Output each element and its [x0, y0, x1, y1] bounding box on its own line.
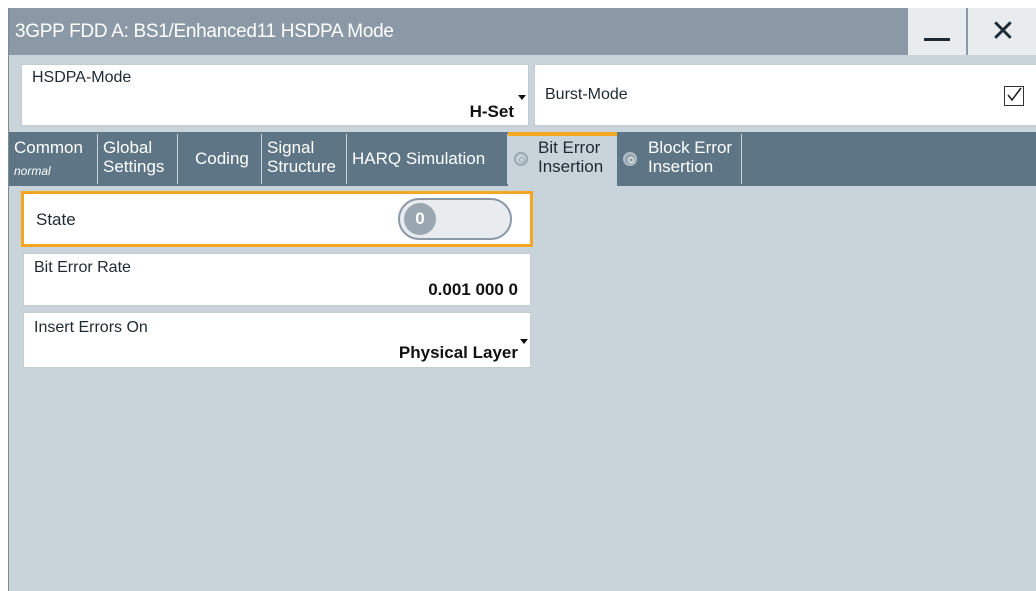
insert-errors-on-dropdown[interactable]: Insert Errors On Physical Layer	[23, 312, 531, 368]
dropdown-arrow-icon	[520, 339, 528, 344]
bit-error-rate-label: Bit Error Rate	[34, 259, 131, 276]
tab-block-error-insertion[interactable]: Block Error Insertion	[617, 134, 742, 184]
close-button[interactable]: ✕	[967, 8, 1036, 55]
dropdown-arrow-icon	[518, 95, 526, 100]
tab-label-line2: Structure	[267, 157, 336, 176]
dialog-window: 3GPP FDD A: BS1/Enhanced11 HSDPA Mode ✕ …	[8, 8, 1036, 591]
state-toggle[interactable]: 0	[398, 198, 512, 240]
tab-label: Bit Error	[538, 138, 601, 157]
hsdpa-mode-dropdown[interactable]: HSDPA-Mode H-Set	[21, 64, 529, 126]
hsdpa-mode-label: HSDPA-Mode	[32, 69, 132, 86]
tab-bit-error-insertion[interactable]: Bit Error Insertion	[508, 132, 617, 186]
tab-label: Common	[14, 138, 83, 157]
tab-label: Block Error	[648, 138, 733, 157]
burst-mode-field: Burst-Mode	[534, 64, 1036, 126]
checkmark-icon	[1007, 87, 1022, 102]
insert-errors-on-label: Insert Errors On	[34, 319, 148, 336]
tab-label-line2: Insertion	[648, 157, 714, 176]
tab-label: Coding	[195, 149, 249, 168]
burst-mode-checkbox[interactable]	[1004, 86, 1024, 106]
title-bar: 3GPP FDD A: BS1/Enhanced11 HSDPA Mode ✕	[9, 8, 1036, 55]
tab-sublabel: normal	[14, 164, 51, 178]
minimize-button[interactable]	[907, 8, 966, 55]
tab-signal-structure[interactable]: Signal Structure	[262, 134, 347, 184]
tab-label: HARQ Simulation	[352, 149, 486, 168]
insert-errors-on-value: Physical Layer	[398, 343, 518, 362]
tab-label: Global	[103, 138, 153, 157]
bit-error-rate-value: 0.001 000 0	[428, 280, 518, 299]
radio-off-icon	[623, 152, 637, 166]
burst-mode-label: Burst-Mode	[545, 86, 628, 103]
bit-error-rate-field[interactable]: Bit Error Rate 0.001 000 0	[23, 253, 531, 306]
tab-label-line2: Insertion	[538, 157, 604, 176]
close-icon: ✕	[990, 15, 1016, 48]
tab-coding[interactable]: Coding	[178, 134, 262, 184]
radio-off-icon	[514, 152, 528, 166]
tab-common[interactable]: Common normal	[9, 134, 98, 184]
hsdpa-mode-value: H-Set	[469, 102, 514, 121]
minimize-icon	[924, 38, 950, 41]
window-title: 3GPP FDD A: BS1/Enhanced11 HSDPA Mode	[15, 21, 394, 42]
state-toggle-knob: 0	[404, 203, 436, 235]
tab-harq-simulation[interactable]: HARQ Simulation	[347, 134, 508, 184]
state-field: State 0	[21, 191, 533, 247]
state-label: State	[36, 210, 76, 229]
tab-label-line2: Settings	[103, 157, 165, 176]
tab-bar: Common normal Global Settings Coding Sig…	[9, 132, 1036, 186]
tab-label: Signal	[267, 138, 315, 157]
tab-global-settings[interactable]: Global Settings	[98, 134, 178, 184]
